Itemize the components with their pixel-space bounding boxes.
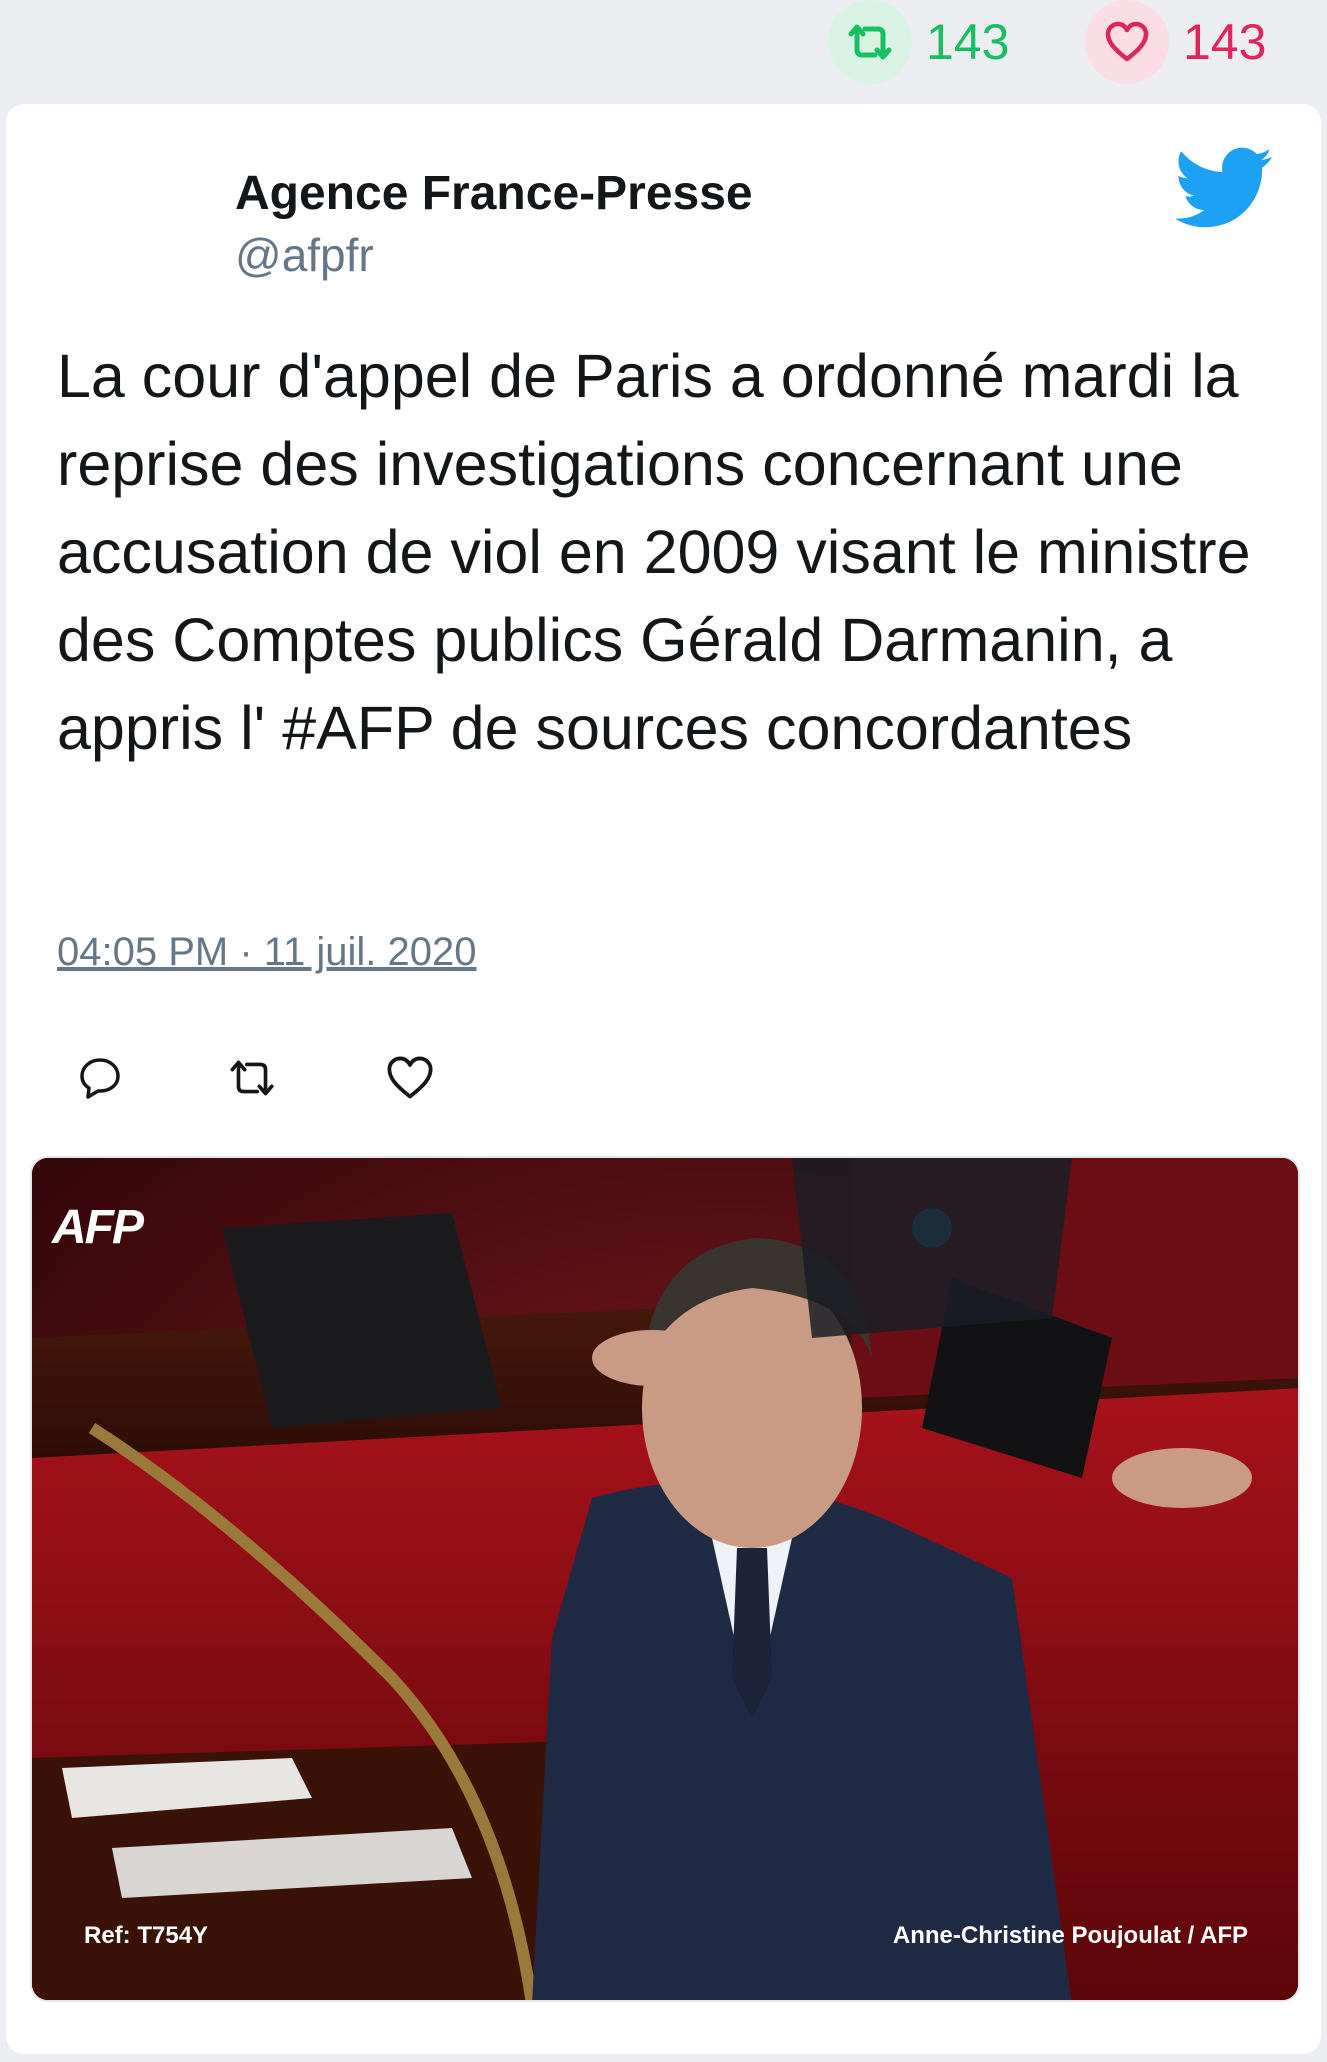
heart-icon — [1085, 0, 1169, 84]
author-handle[interactable]: @afpfr — [235, 228, 374, 282]
photo-illustration — [32, 1158, 1298, 2000]
like-action-icon[interactable] — [384, 1052, 436, 1104]
tweet-timestamp[interactable]: 04:05 PM · 11 juil. 2020 — [57, 930, 477, 975]
engagement-bar: 143 143 — [0, 0, 1327, 92]
reply-icon[interactable] — [74, 1052, 126, 1104]
photo-credit-caption: Anne-Christine Poujoulat / AFP — [892, 1922, 1248, 1949]
tweet-text: La cour d'appel de Paris a ordonné mardi… — [57, 342, 1251, 762]
retweet-count[interactable]: 143 — [828, 0, 1009, 84]
photo-ref-caption: Ref: T754Y — [84, 1922, 209, 1949]
tweet-card: Agence France-Presse @afpfr La cour d'ap… — [6, 104, 1321, 2054]
retweet-action-icon[interactable] — [226, 1052, 278, 1104]
tweet-photo[interactable]: AFP Ref: T754Y Anne-Christine Poujoulat … — [30, 1156, 1300, 2002]
retweet-count-value: 143 — [926, 14, 1010, 70]
like-count[interactable]: 143 — [1085, 0, 1266, 84]
twitter-bird-icon[interactable] — [1174, 146, 1274, 230]
afp-watermark-logo: AFP — [52, 1201, 144, 1254]
like-count-value: 143 — [1183, 14, 1267, 70]
author-name[interactable]: Agence France-Presse — [235, 166, 753, 221]
retweet-icon — [828, 0, 912, 84]
